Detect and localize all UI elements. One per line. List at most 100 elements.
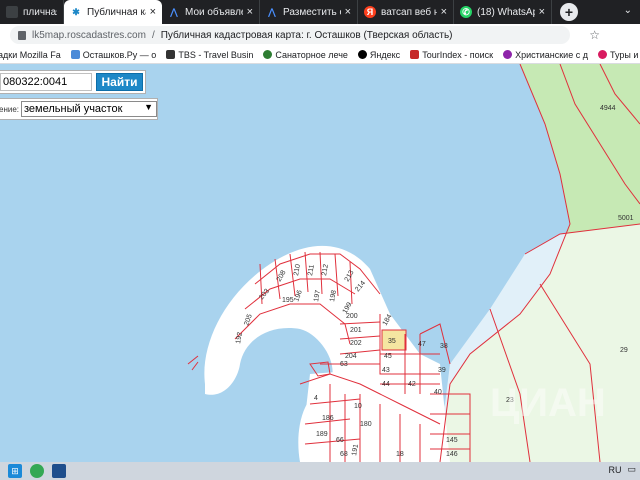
bookmark-label: Санаторное лече bbox=[275, 49, 348, 60]
parcel-label: 195 bbox=[282, 297, 294, 304]
bookmark-label: Яндекс bbox=[369, 49, 401, 60]
yandex-icon: Я bbox=[364, 6, 376, 18]
parcel-label: 18 bbox=[396, 451, 404, 458]
parcel-label: 39 bbox=[438, 367, 446, 374]
tab-label: Мои объявления bbox=[185, 6, 243, 18]
cadastral-map[interactable]: 205 203 208 210 212 211 213 214 195 196 … bbox=[0, 64, 640, 462]
parcel-label: 4944 bbox=[600, 105, 616, 112]
bookmark-label: TourIndex - поиск bbox=[422, 49, 494, 60]
parcel-label: 44 bbox=[382, 381, 390, 388]
parcel-label: 35 bbox=[388, 338, 396, 345]
close-icon[interactable]: × bbox=[345, 6, 351, 18]
find-button[interactable]: Найти bbox=[96, 73, 143, 91]
notification-icon[interactable]: ▭ bbox=[627, 464, 636, 475]
close-icon[interactable]: × bbox=[539, 6, 545, 18]
object-type-select[interactable]: земельный участок ▼ bbox=[21, 101, 157, 117]
parcel-label: 68 bbox=[340, 451, 348, 458]
bookmark-item[interactable]: Санаторное лече bbox=[263, 50, 348, 60]
tab-label: ватсап веб на ком bbox=[381, 6, 437, 18]
tab-whatsapp[interactable]: ✆ (18) WhatsApp × bbox=[454, 0, 552, 24]
bookmarks-bar: адки Mozilla Fa Осташков.Ру — о TBS - Tr… bbox=[0, 46, 640, 64]
close-icon[interactable]: × bbox=[150, 6, 156, 18]
page-title: Публичная кадастровая карта: г. Осташков… bbox=[160, 29, 453, 41]
chrome-icon[interactable] bbox=[30, 464, 44, 478]
bookmark-item[interactable]: TBS - Travel Busin bbox=[166, 50, 253, 60]
bookmark-item[interactable]: TourIndex - поиск bbox=[410, 50, 493, 60]
bookmark-label: TBS - Travel Busin bbox=[178, 49, 254, 60]
bookmark-item[interactable]: Туры и о bbox=[597, 49, 640, 60]
object-type-value: земельный участок bbox=[24, 103, 123, 115]
whatsapp-icon: ✆ bbox=[460, 6, 472, 18]
omnibox[interactable]: lk5map.roscadastres.com / Публичная када… bbox=[10, 26, 570, 44]
parcel-label: 38 bbox=[440, 343, 448, 350]
parcel-label: 47 bbox=[418, 341, 426, 348]
parcel-label: 200 bbox=[346, 313, 358, 320]
map-icon: ✱ bbox=[72, 6, 80, 17]
parcel-label: 5001 bbox=[618, 215, 634, 222]
tab-whatsapp-search[interactable]: Я ватсап веб на ком × bbox=[358, 0, 454, 24]
close-icon[interactable]: × bbox=[247, 6, 253, 18]
leaf-icon bbox=[263, 50, 273, 59]
map-canvas[interactable]: 205 203 208 210 212 211 213 214 195 196 … bbox=[0, 64, 640, 462]
language-indicator[interactable]: RU bbox=[608, 465, 621, 475]
parcel-label: 186 bbox=[322, 415, 334, 422]
parcel-label: 29 bbox=[620, 347, 628, 354]
tab-strip: пличная кадастр ✱ Публичная кадас × ⋀ Мо… bbox=[0, 0, 640, 24]
bookmark-label: Туры и о bbox=[609, 49, 640, 60]
parcel-label: 202 bbox=[350, 340, 362, 347]
parcel-label: 63 bbox=[340, 361, 348, 368]
tab-my-ads[interactable]: ⋀ Мои объявления × bbox=[162, 0, 260, 24]
url-separator: / bbox=[151, 29, 155, 41]
tab-search-icon[interactable]: ⌄ bbox=[624, 5, 632, 16]
tbs-icon bbox=[166, 50, 176, 59]
watermark: ЦИАН bbox=[490, 381, 606, 425]
heart-icon bbox=[597, 50, 607, 59]
url-text: lk5map.roscadastres.com bbox=[32, 29, 146, 41]
bookmark-item[interactable]: Христианские с д bbox=[503, 50, 588, 60]
arrow-icon bbox=[70, 50, 80, 59]
tourindex-icon bbox=[410, 50, 420, 59]
bookmark-item[interactable]: Осташков.Ру — о bbox=[70, 49, 157, 60]
tab-cadastre-1[interactable]: пличная кадастр bbox=[0, 0, 64, 24]
new-tab-button[interactable]: + bbox=[560, 3, 578, 21]
files-icon[interactable] bbox=[52, 464, 66, 478]
cadastral-number-input[interactable]: 080322:0041 bbox=[0, 73, 92, 91]
parcel-label: 145 bbox=[446, 437, 458, 444]
bookmark-item[interactable]: адки Mozilla Fa bbox=[0, 50, 61, 60]
rosreestr-icon bbox=[6, 6, 18, 18]
parcel-label: 4 bbox=[314, 395, 318, 402]
parcel-label: 146 bbox=[446, 451, 458, 458]
object-type-label: ение: bbox=[0, 104, 20, 114]
tab-cadastre-active[interactable]: ✱ Публичная кадас × bbox=[64, 0, 162, 24]
tab-label: (18) WhatsApp bbox=[477, 6, 535, 18]
plus-circle-icon bbox=[357, 50, 367, 59]
parcel-label: 45 bbox=[384, 353, 392, 360]
object-type-panel: ение: земельный участок ▼ bbox=[0, 98, 158, 120]
parcel-label: 204 bbox=[345, 353, 357, 360]
bookmark-label: Осташков.Ру — о bbox=[82, 49, 157, 60]
parcel-label: 40 bbox=[434, 389, 442, 396]
lock-icon[interactable] bbox=[18, 30, 26, 40]
system-tray: RU ▭ bbox=[602, 464, 636, 475]
tab-label: Публичная кадас bbox=[87, 6, 146, 18]
bookmark-label: Христианские с д bbox=[515, 49, 588, 60]
parcel-label: 201 bbox=[350, 327, 362, 334]
bookmark-star-icon[interactable]: ☆ bbox=[589, 28, 600, 42]
tab-place-ad[interactable]: ⋀ Разместить объяв × bbox=[260, 0, 358, 24]
taskbar: ⊞ RU ▭ bbox=[0, 462, 640, 480]
parcel-label: 66 bbox=[336, 437, 344, 444]
town-area bbox=[300, 364, 450, 462]
address-bar: lk5map.roscadastres.com / Публичная када… bbox=[0, 24, 640, 46]
parcel-label: 180 bbox=[360, 421, 372, 428]
close-icon[interactable]: × bbox=[441, 6, 447, 18]
bookmark-item[interactable]: Яндекс bbox=[357, 49, 401, 60]
tab-label: Разместить объяв bbox=[283, 6, 341, 18]
parcel-label: 43 bbox=[382, 367, 390, 374]
bookmark-label: адки Mozilla Fa bbox=[0, 49, 61, 60]
cian-icon: ⋀ bbox=[268, 6, 276, 17]
start-icon[interactable]: ⊞ bbox=[8, 464, 22, 478]
parcel-label: 189 bbox=[316, 431, 328, 438]
tab-label: пличная кадастр bbox=[23, 6, 57, 18]
flower-icon bbox=[503, 50, 513, 59]
parcel-label: 42 bbox=[408, 381, 416, 388]
